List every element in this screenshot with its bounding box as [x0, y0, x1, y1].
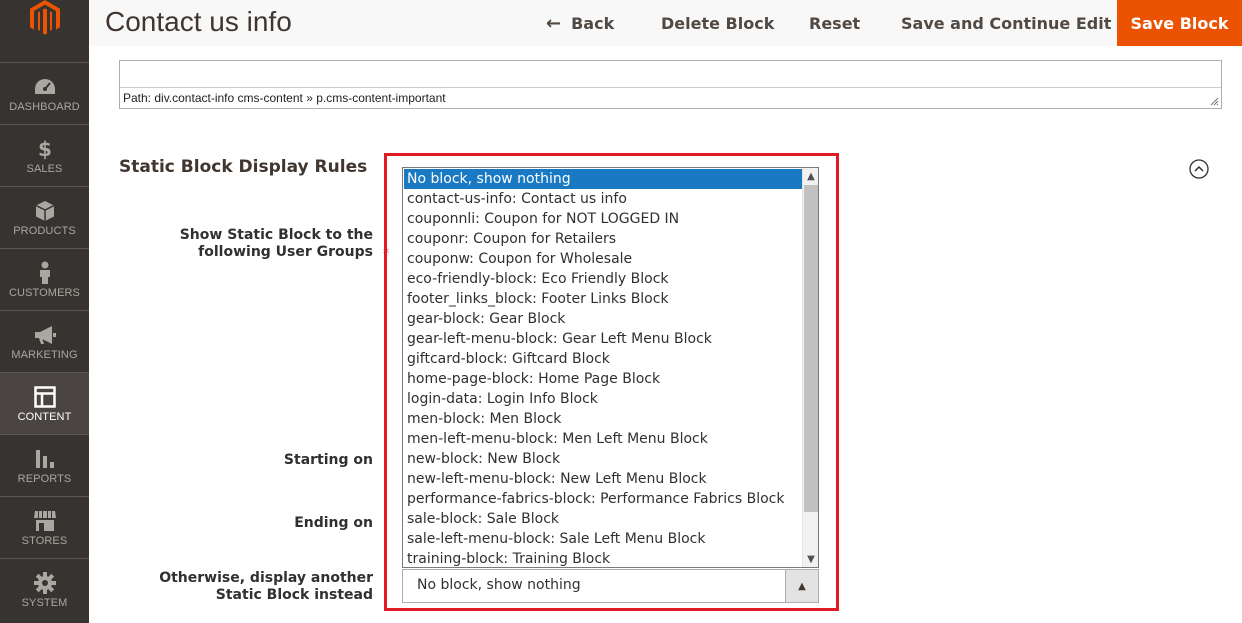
page-header: Contact us info ← Back Delete Block Rese…	[89, 0, 1242, 46]
collapse-icon[interactable]	[1189, 159, 1209, 179]
layout-icon	[33, 385, 57, 409]
dollar-icon: $	[33, 137, 57, 161]
gear-icon	[33, 571, 57, 595]
sidebar-item-label: REPORTS	[17, 473, 72, 485]
sidebar-item-label: STORES	[21, 535, 68, 547]
ending-on-label: Ending on	[294, 515, 373, 531]
content-editor[interactable]: Path: div.contact-info cms-content » p.c…	[119, 60, 1222, 109]
sidebar-item-products[interactable]: PRODUCTS	[0, 186, 89, 248]
highlight-box	[384, 153, 839, 611]
save-block-button[interactable]: Save Block	[1117, 0, 1242, 46]
sidebar-item-customers[interactable]: CUSTOMERS	[0, 248, 89, 310]
back-button-label: Back	[571, 13, 615, 33]
sidebar-item-sales[interactable]: $ SALES	[0, 124, 89, 186]
magento-logo-icon	[29, 0, 60, 35]
user-groups-label: Show Static Block to the following User …	[179, 227, 373, 260]
admin-sidebar: DASHBOARD $ SALES PRODUCTS CUSTOMERS MAR…	[0, 0, 89, 623]
sidebar-item-content[interactable]: CONTENT	[0, 372, 89, 434]
delete-block-button[interactable]: Delete Block	[661, 0, 774, 46]
fallback-block-label: Otherwise, display another Static Block …	[159, 570, 373, 603]
page-title: Contact us info	[105, 6, 292, 37]
sidebar-item-marketing[interactable]: MARKETING	[0, 310, 89, 372]
dashboard-icon	[33, 75, 57, 99]
sidebar-item-stores[interactable]: STORES	[0, 496, 89, 558]
save-and-continue-button[interactable]: Save and Continue Edit	[901, 0, 1111, 46]
svg-text:$: $	[38, 138, 52, 160]
box-icon	[33, 199, 57, 223]
bar-chart-icon	[33, 447, 57, 471]
sidebar-item-label: SYSTEM	[21, 597, 68, 609]
sidebar-item-label: DASHBOARD	[9, 101, 80, 113]
section-title: Static Block Display Rules	[119, 157, 368, 177]
sidebar-item-reports[interactable]: REPORTS	[0, 434, 89, 496]
store-icon	[33, 509, 57, 533]
magento-logo[interactable]	[0, 0, 89, 46]
person-icon	[33, 261, 57, 285]
sidebar-item-label: SALES	[26, 163, 63, 175]
sidebar-item-system[interactable]: SYSTEM	[0, 558, 89, 620]
sidebar-item-label: MARKETING	[11, 349, 78, 361]
sidebar-item-dashboard[interactable]: DASHBOARD	[0, 62, 89, 124]
megaphone-icon	[33, 323, 57, 347]
sidebar-item-label: CONTENT	[17, 411, 72, 423]
back-button[interactable]: ← Back	[546, 0, 614, 46]
starting-on-label: Starting on	[283, 452, 373, 468]
arrow-left-icon: ←	[546, 12, 562, 34]
editor-path-bar: Path: div.contact-info cms-content » p.c…	[120, 87, 1221, 108]
reset-button[interactable]: Reset	[809, 0, 860, 46]
resize-handle-icon[interactable]	[1210, 97, 1219, 106]
sidebar-item-label: CUSTOMERS	[9, 287, 80, 299]
sidebar-item-label: PRODUCTS	[13, 225, 76, 237]
